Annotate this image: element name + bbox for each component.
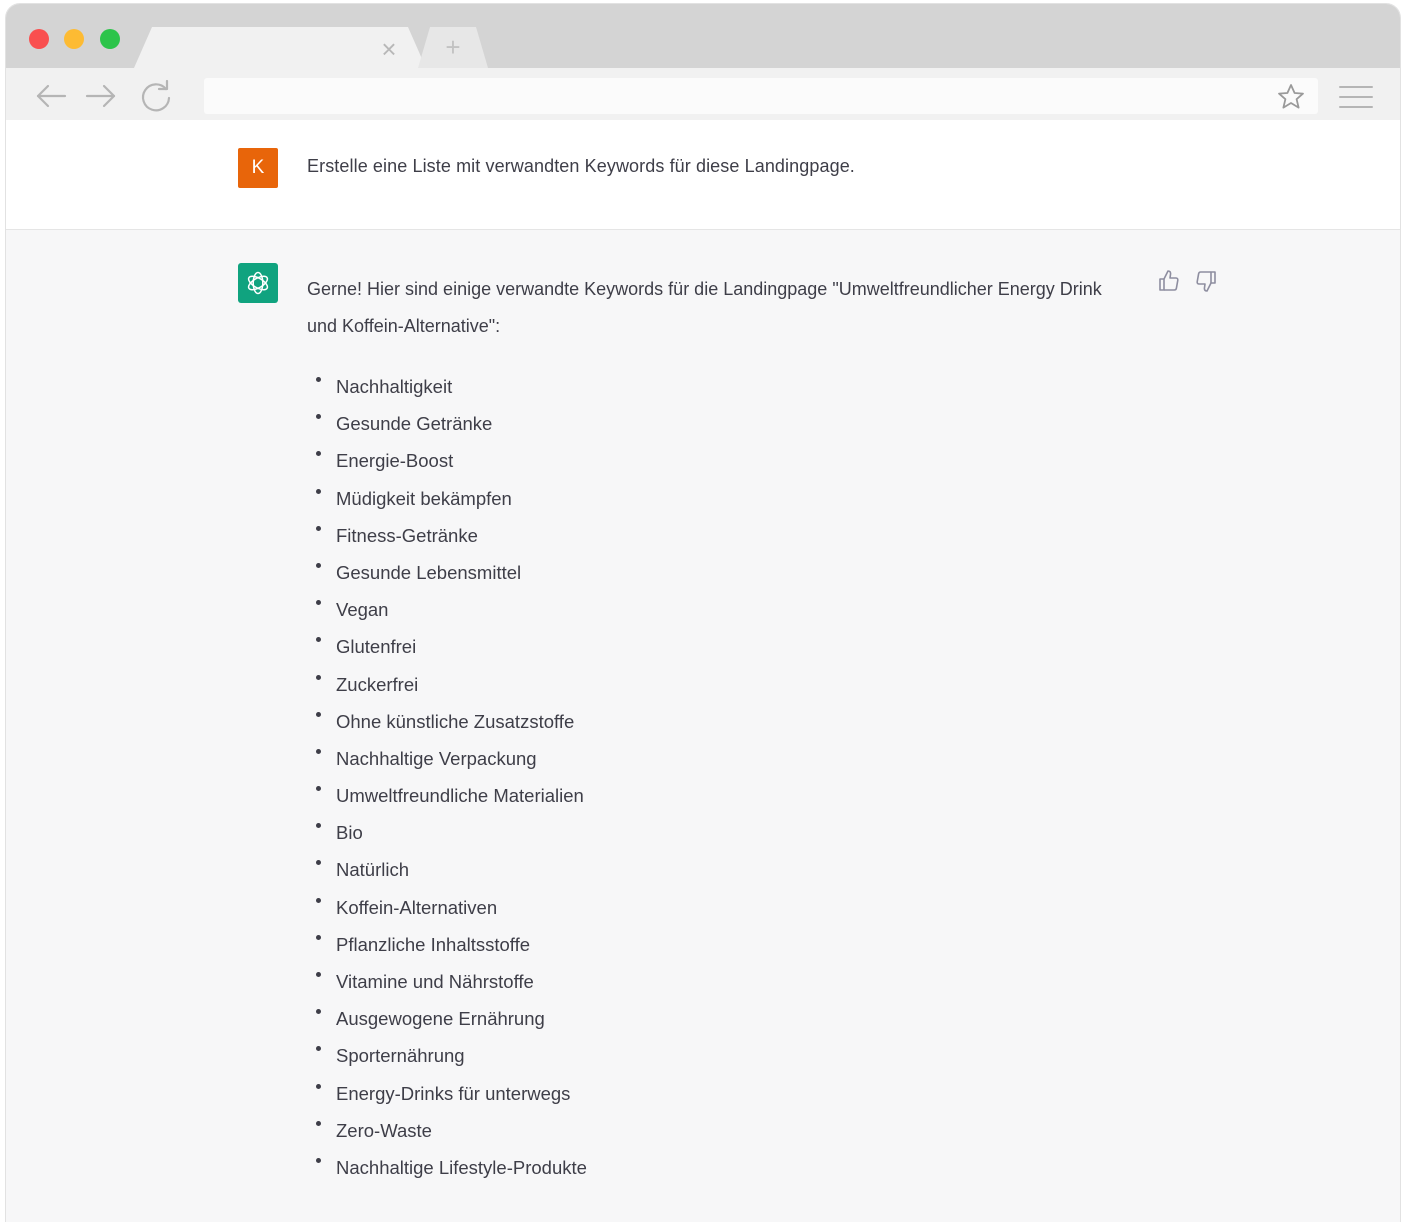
- title-bar: × +: [6, 4, 1400, 68]
- keyword-text: Koffein-Alternativen: [336, 896, 498, 918]
- keyword-text: Bio: [336, 822, 363, 844]
- browser-window: × + K Erstelle eine Liste mit verwandten…: [6, 4, 1400, 1222]
- browser-toolbar: [6, 68, 1400, 120]
- keyword-text: Nachhaltigkeit: [336, 376, 453, 397]
- keyword-text: Vegan: [336, 599, 389, 621]
- keyword-list-item: Nachhaltigkeit: [314, 368, 587, 405]
- tab-close-icon[interactable]: ×: [376, 36, 402, 62]
- assistant-avatar: [238, 263, 278, 303]
- hamburger-menu-icon[interactable]: [1338, 82, 1374, 112]
- bullet-icon: [316, 488, 321, 494]
- arrow-right-icon[interactable]: [83, 78, 119, 114]
- bullet-icon: [316, 1046, 321, 1052]
- maximize-window-button[interactable]: [100, 29, 120, 49]
- bullet-icon: [316, 860, 321, 866]
- bullet-icon: [316, 1083, 321, 1089]
- bullet-icon: [316, 600, 321, 606]
- keyword-list-item: Umweltfreundliche Materialien: [314, 777, 587, 814]
- keyword-list-item: Energy-Drinks für unterwegs: [314, 1075, 587, 1112]
- keyword-list-item: Koffein-Alternativen: [314, 889, 587, 926]
- keyword-list-item: Bio: [314, 814, 587, 851]
- keyword-list-item: Fitness-Getränke: [314, 517, 587, 554]
- keyword-list-item: Zero-Waste: [314, 1112, 587, 1149]
- bullet-icon: [316, 1157, 321, 1163]
- keyword-list-item: Gesunde Lebensmittel: [314, 554, 587, 591]
- reload-icon[interactable]: [138, 78, 174, 114]
- assistant-intro-text: Gerne! Hier sind einige verwandte Keywor…: [307, 279, 1102, 336]
- star-icon[interactable]: [1276, 82, 1306, 112]
- keyword-text: Gesunde Getränke: [336, 413, 493, 435]
- keyword-text: Ohne künstliche Zusatzstoffe: [336, 710, 575, 732]
- bullet-icon: [316, 451, 321, 457]
- keyword-text: Ausgewogene Ernährung: [336, 1008, 545, 1030]
- keyword-list-item: Zuckerfrei: [314, 666, 587, 703]
- keyword-text: Umweltfreundliche Materialien: [336, 785, 584, 807]
- keyword-list-item: Energie-Boost: [314, 442, 587, 479]
- plus-icon[interactable]: +: [440, 34, 466, 60]
- keyword-text: Energie-Boost: [336, 450, 454, 472]
- bullet-icon: [316, 711, 321, 717]
- keyword-text: Müdigkeit bekämpfen: [336, 487, 512, 509]
- keyword-list-item: Glutenfrei: [314, 628, 587, 665]
- bullet-icon: [316, 377, 321, 382]
- keyword-list-item: Vitamine und Nährstoffe: [314, 963, 587, 1000]
- bullet-icon: [316, 972, 321, 977]
- bullet-icon: [316, 786, 321, 792]
- keyword-list-item: Müdigkeit bekämpfen: [314, 480, 587, 517]
- keyword-list-item: Natürlich: [314, 851, 587, 888]
- keyword-text: Nachhaltige Lifestyle-Produkte: [336, 1156, 587, 1178]
- bullet-icon: [316, 562, 321, 568]
- bullet-icon: [316, 674, 321, 680]
- bullet-icon: [316, 414, 321, 420]
- bullet-icon: [316, 934, 321, 940]
- keyword-text: Energy-Drinks für unterwegs: [336, 1082, 571, 1104]
- keyword-list-item: Sporternährung: [314, 1037, 587, 1074]
- keyword-text: Vitamine und Nährstoffe: [336, 971, 534, 992]
- user-message: K Erstelle eine Liste mit verwandten Key…: [6, 120, 1400, 230]
- openai-logo-icon: [247, 271, 269, 295]
- keyword-text: Gesunde Lebensmittel: [336, 561, 522, 583]
- keyword-list-item: Nachhaltige Verpackung: [314, 740, 587, 777]
- arrow-left-icon[interactable]: [33, 78, 69, 114]
- keyword-list-item: Ausgewogene Ernährung: [314, 1000, 587, 1037]
- keyword-text: Fitness-Getränke: [336, 524, 478, 546]
- thumbs-up-icon[interactable]: [1157, 269, 1181, 293]
- bullet-icon: [316, 525, 321, 531]
- thumbs-down-icon[interactable]: [1194, 269, 1218, 293]
- keyword-list-item: Ohne künstliche Zusatzstoffe: [314, 703, 587, 740]
- bullet-icon: [316, 897, 321, 903]
- user-avatar: K: [238, 148, 278, 188]
- keyword-list-item: Gesunde Getränke: [314, 405, 587, 442]
- address-bar[interactable]: [204, 78, 1318, 114]
- keyword-text: Glutenfrei: [336, 636, 417, 658]
- close-window-button[interactable]: [29, 29, 49, 49]
- keyword-text: Zero-Waste: [336, 1119, 432, 1141]
- keyword-text: Natürlich: [336, 859, 409, 881]
- keyword-list-item: Vegan: [314, 591, 587, 628]
- bullet-icon: [316, 1120, 321, 1126]
- bullet-icon: [316, 823, 321, 829]
- keyword-list: Nachhaltigkeit Gesunde Getränke Energie-Bo…: [314, 368, 587, 1186]
- keyword-text: Pflanzliche Inhaltsstoffe: [336, 933, 531, 955]
- keyword-text: Sporternährung: [336, 1045, 465, 1067]
- keyword-text: Nachhaltige Verpackung: [336, 747, 537, 769]
- user-message-text: Erstelle eine Liste mit verwandten Keywo…: [307, 156, 855, 176]
- bullet-icon: [316, 637, 321, 643]
- bullet-icon: [316, 1009, 321, 1015]
- keyword-text: Zuckerfrei: [336, 673, 419, 695]
- keyword-list-item: Nachhaltige Lifestyle-Produkte: [314, 1149, 587, 1186]
- assistant-message: Gerne! Hier sind einige verwandte Keywor…: [6, 231, 1400, 1222]
- bullet-icon: [316, 748, 321, 754]
- keyword-list-item: Pflanzliche Inhaltsstoffe: [314, 926, 587, 963]
- minimize-window-button[interactable]: [64, 29, 84, 49]
